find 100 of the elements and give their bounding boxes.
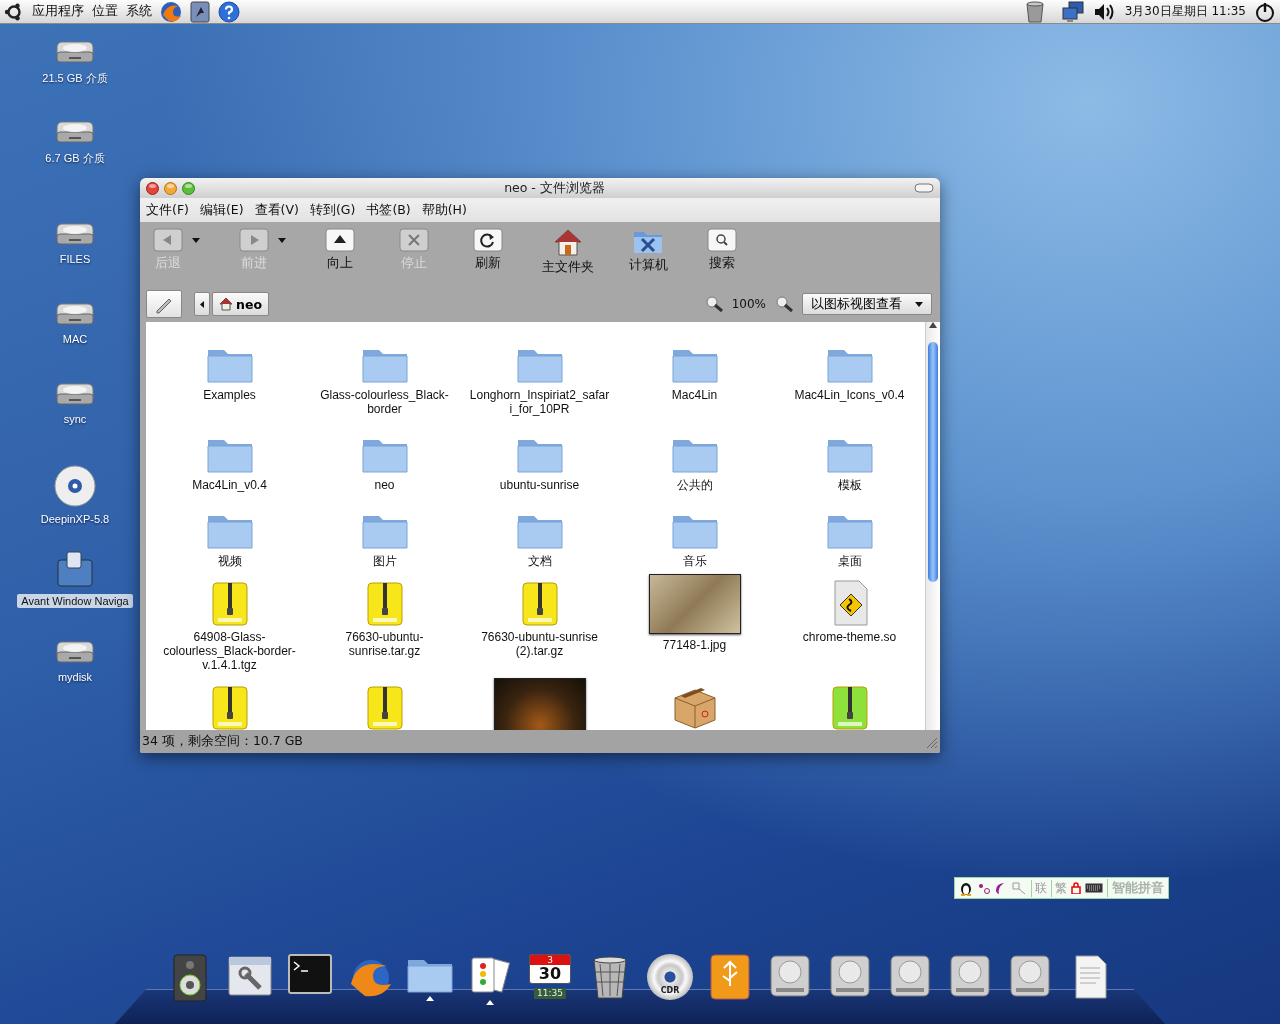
up-arrow-icon [929,322,937,328]
archive-file-icon[interactable] [211,686,248,730]
window-app-icon[interactable] [55,550,95,590]
file-name[interactable]: 64908-Glass-colourless_Black-border-v.1.4.1.tgz [159,630,300,672]
archive-file-icon[interactable] [366,686,403,730]
hard-drive-icon[interactable] [888,954,932,998]
view-mode-dropdown[interactable]: 以图标视图查看 [802,293,932,315]
file-name[interactable]: 模板 [779,478,920,492]
file-name[interactable]: 文档 [469,554,610,568]
wrench-window-icon[interactable] [228,954,272,998]
icon-label[interactable]: 6.7 GB 介质 [41,150,109,167]
calendar-month: 3 [530,955,570,965]
hard-drive-icon[interactable] [828,954,872,998]
menu-item[interactable]: 帮助(H) [421,201,467,219]
punctuation-icon[interactable] [977,881,991,895]
file-name[interactable]: ubuntu-sunrise [469,478,610,492]
keyboard-icon[interactable] [1085,883,1103,893]
panel-menu[interactable]: 位置 [92,3,118,20]
disc-label: CDR [660,986,680,995]
icon-label[interactable]: Avant Window Naviga [17,594,133,608]
scrollbar-thumb[interactable] [928,342,938,582]
file-name[interactable]: neo [314,478,455,492]
trash-icon[interactable] [590,954,630,1000]
toolbar-button[interactable]: 主文件夹 [542,228,594,276]
browser-globe-icon[interactable] [160,0,182,23]
minimize-icon[interactable] [164,181,177,195]
stop-icon [399,228,429,252]
hard-drive-icon[interactable] [948,954,992,998]
house-icon [553,228,583,256]
caret-icon [200,300,204,308]
file-name[interactable]: 图片 [314,554,455,568]
file-name[interactable]: Mac4Lin [624,388,765,402]
calendar-time: 11:35 [534,988,566,999]
icon-label[interactable]: 21.5 GB 介质 [38,70,112,87]
zoom-level: 100% [731,297,766,311]
archive-file-icon[interactable] [831,686,868,730]
toolbar-button[interactable]: 搜索 [702,228,742,272]
window-title: neo - 文件浏览器 [503,179,606,197]
panel-menu[interactable]: 应用程序 [32,3,84,20]
panel-menu[interactable]: 系统 [126,3,152,20]
file-name[interactable]: Mac4Lin_Icons_v0.4 [779,388,920,402]
disc-icon[interactable] [53,464,97,508]
trash-icon[interactable] [1024,0,1045,23]
search-icon [707,228,737,252]
calendar-day: 30 [538,965,562,983]
usb-drive-icon[interactable] [710,954,750,1000]
menu-item[interactable]: 编辑(E) [199,201,244,219]
speaker-icon[interactable] [172,954,208,1002]
icon-label[interactable]: DeepinXP-5.8 [36,512,114,526]
power-icon[interactable] [1254,0,1276,23]
icon-label[interactable]: mydisk [53,670,97,684]
calendar-icon[interactable]: 3 30 [529,954,571,984]
file-name[interactable]: 音乐 [624,554,765,568]
file-name[interactable]: Glass-colourless_Black-border [314,388,455,416]
menu-item[interactable]: 书签(B) [366,201,411,219]
help-icon[interactable] [218,0,240,23]
icon-label[interactable]: FILES [55,252,95,266]
toolbar-button[interactable]: 计算机 [628,228,668,274]
toolbar-button[interactable]: 向上 [320,228,360,272]
file-name[interactable]: 视频 [159,554,300,568]
file-name[interactable]: 76630-ubuntu-sunrise.tar.gz [314,630,455,658]
icon-label[interactable]: sync [59,412,91,426]
maximize-icon[interactable] [182,181,195,195]
close-icon[interactable] [146,181,159,195]
file-name[interactable]: Longhorn_Inspiriat2_safari_for_10PR [469,388,610,416]
photo-placeholder[interactable] [648,574,741,634]
terminal-icon[interactable] [288,954,332,994]
zoom-out-icon[interactable] [703,294,724,314]
archive-file-icon[interactable] [211,582,248,626]
toolbar-button[interactable]: 刷新 [468,228,508,272]
file-name[interactable]: chrome-theme.so [779,630,920,644]
lock-icon[interactable] [1071,882,1081,894]
file-name[interactable]: 公共的 [624,478,765,492]
hard-drive-icon[interactable] [768,954,812,998]
file-name[interactable]: Mac4Lin_v0.4 [159,478,300,492]
ubuntu-logo-icon[interactable] [4,1,24,22]
archive-file-icon[interactable] [521,582,558,626]
menu-item[interactable]: 查看(V) [254,201,299,219]
path-button[interactable]: neo [212,292,269,316]
zoom-in-icon[interactable] [774,294,794,314]
file-name[interactable]: 桌面 [779,554,920,568]
file-name[interactable]: Examples [159,388,300,402]
disc-icon[interactable]: CDR [647,954,693,1000]
status-text: 34 项，剩余空间：10.7 GB [142,733,304,750]
file-name[interactable]: 76630-ubuntu-sunrise (2).tar.gz [469,630,610,658]
menu-item[interactable]: 文件(F) [146,201,189,219]
scroll-left-button[interactable] [194,292,210,316]
file-name[interactable]: 77148-1.jpg [624,638,765,652]
archive-file-icon[interactable] [366,582,403,626]
hard-drive-icon[interactable] [1008,954,1052,998]
toolbar-toggle-icon[interactable] [914,183,934,193]
edit-location-button[interactable] [146,290,182,318]
clock[interactable]: 3月30日星期日 11:35 [1124,3,1246,20]
menu-item[interactable]: 转到(G) [309,201,356,219]
network-computers-icon[interactable] [1060,0,1085,23]
caret-icon [915,301,923,307]
scrollbar[interactable] [925,322,940,730]
icon-label[interactable]: MAC [58,332,92,346]
reload-icon [473,228,503,252]
house-icon [219,297,233,311]
